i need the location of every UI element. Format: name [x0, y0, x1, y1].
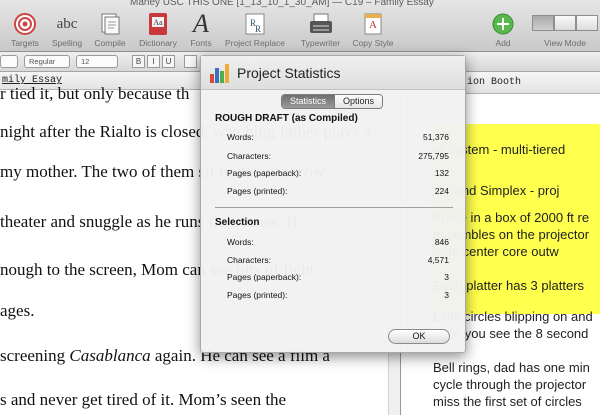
- fonts-button[interactable]: A Fonts: [185, 9, 217, 50]
- typewriter-label: Typewriter: [300, 38, 341, 48]
- project-replace-label: Project Replace: [224, 38, 285, 48]
- typewriter-button[interactable]: Typewriter: [293, 12, 348, 50]
- note-line: miss the first set of circles: [433, 394, 582, 409]
- view-mode-control[interactable]: View Mode: [530, 12, 600, 50]
- add-label: Add: [495, 38, 511, 48]
- dictionary-label: Dictionary: [139, 38, 177, 48]
- svg-text:R: R: [255, 24, 261, 34]
- paragraph-style-menu[interactable]: [0, 55, 18, 68]
- view-mode-outline-icon[interactable]: [576, 15, 598, 31]
- svg-text:A: A: [369, 19, 377, 31]
- draft-pages-printed-label: Pages (printed):: [227, 186, 288, 196]
- draft-characters-value: 275,795: [418, 151, 449, 161]
- selection-characters-value: 4,571: [427, 255, 449, 265]
- selection-pages-paperback-label: Pages (paperback):: [227, 272, 302, 282]
- compile-button[interactable]: Compile: [90, 12, 130, 50]
- copy-style-icon: A: [348, 12, 398, 36]
- main-toolbar: Maney USC THIS ONE [1_13_10_1_30_AM] — C…: [0, 0, 600, 52]
- underline-button[interactable]: U: [162, 55, 175, 68]
- note-line: Bell rings, dad has one min: [433, 360, 590, 375]
- project-statistics-panel: Project Statistics Statistics Options RO…: [200, 55, 466, 353]
- dictionary-button[interactable]: Aa Dictionary: [134, 12, 182, 50]
- selection-stats-heading: Selection: [215, 217, 260, 228]
- draft-pages-printed-value: 224: [434, 186, 449, 196]
- font-style-select[interactable]: Regular: [24, 55, 70, 68]
- selection-pages-paperback-value: 3: [444, 272, 449, 282]
- italic-button[interactable]: I: [147, 55, 160, 68]
- selection-words-value: 846: [434, 237, 449, 247]
- editor-line: s and never get tired of it. Mom’s seen …: [0, 390, 287, 409]
- note-line: cycle through the projector: [433, 377, 587, 392]
- selection-words-label: Words:: [227, 237, 254, 247]
- dictionary-icon: Aa: [134, 12, 182, 36]
- panel-title-bar[interactable]: Project Statistics: [201, 56, 465, 90]
- view-mode-corkboard-icon[interactable]: [554, 15, 576, 31]
- ok-button[interactable]: OK: [388, 329, 450, 344]
- tab-statistics[interactable]: Statistics: [282, 95, 335, 108]
- film-title-italic: Casablanca: [69, 346, 151, 365]
- draft-words-label: Words:: [227, 132, 254, 142]
- targets-label: Targets: [11, 38, 39, 48]
- compile-icon: [90, 12, 130, 36]
- target-icon: [6, 12, 44, 36]
- svg-text:Aa: Aa: [153, 18, 163, 27]
- spelling-label: Spelling: [51, 38, 83, 48]
- project-replace-button[interactable]: RR Project Replace: [220, 12, 290, 50]
- draft-words-value: 51,376: [423, 132, 449, 142]
- targets-button[interactable]: Targets: [6, 12, 44, 50]
- plus-icon: [485, 12, 521, 36]
- spelling-icon: abc: [56, 16, 78, 32]
- draft-pages-paperback-value: 132: [434, 168, 449, 178]
- fonts-icon: A: [193, 9, 209, 38]
- selection-characters-label: Characters:: [227, 255, 271, 265]
- section-divider: [215, 207, 453, 208]
- typewriter-icon: [293, 12, 348, 36]
- tab-options[interactable]: Options: [334, 95, 383, 108]
- spelling-button[interactable]: abc Spelling: [48, 12, 86, 50]
- draft-stats-heading: ROUGH DRAFT (as Compiled): [215, 113, 358, 124]
- draft-characters-label: Characters:: [227, 151, 271, 161]
- font-size-select[interactable]: 12: [76, 55, 118, 68]
- selection-pages-printed-value: 3: [444, 290, 449, 300]
- window-title: Maney USC THIS ONE [1_13_10_1_30_AM] — C…: [130, 0, 434, 8]
- view-mode-segments: [530, 12, 600, 36]
- compile-label: Compile: [94, 38, 126, 48]
- selection-pages-printed-label: Pages (printed):: [227, 290, 288, 300]
- add-button[interactable]: Add: [485, 12, 521, 50]
- view-mode-scrivenings-icon[interactable]: [532, 15, 554, 31]
- view-mode-label: View Mode: [544, 38, 586, 48]
- align-button[interactable]: [184, 55, 197, 68]
- bold-button[interactable]: B: [132, 55, 145, 68]
- copy-style-label: Copy Style: [352, 38, 394, 48]
- stats-tab-control[interactable]: Statistics Options: [281, 94, 384, 109]
- fonts-label: Fonts: [190, 38, 212, 48]
- panel-title: Project Statistics: [237, 65, 341, 81]
- draft-pages-paperback-label: Pages (paperback):: [227, 168, 302, 178]
- bar-chart-icon: [209, 62, 231, 84]
- copy-style-button[interactable]: A Copy Style: [348, 12, 398, 50]
- project-replace-icon: RR: [220, 12, 290, 36]
